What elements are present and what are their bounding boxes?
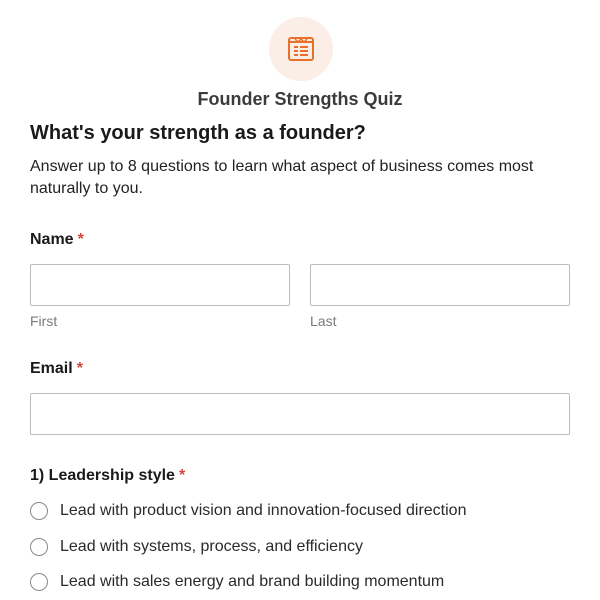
question-1-label-text: 1) Leadership style: [30, 467, 175, 484]
question-1-label: 1) Leadership style *: [30, 466, 185, 486]
radio-option-systems-process[interactable]: Lead with systems, process, and efficien…: [30, 535, 570, 559]
last-name-input[interactable]: [310, 264, 570, 306]
form-description: Answer up to 8 questions to learn what a…: [30, 158, 534, 197]
quiz-form: Founder Strengths Quiz What's your stren…: [0, 0, 600, 600]
required-mark: *: [77, 231, 84, 248]
name-label: Name *: [30, 230, 84, 250]
first-name-input[interactable]: [30, 264, 290, 306]
email-label: Email *: [30, 359, 83, 379]
required-mark: *: [178, 467, 186, 484]
radio-option-label: Lead with product vision and innovation-…: [60, 502, 467, 519]
quiz-list-icon: [288, 37, 314, 61]
radio-button[interactable]: [30, 502, 48, 520]
quiz-name: Founder Strengths Quiz: [197, 89, 403, 109]
required-mark: *: [76, 360, 83, 377]
radio-option-product-vision[interactable]: Lead with product vision and innovation-…: [30, 499, 570, 523]
name-label-text: Name: [30, 231, 74, 248]
radio-button[interactable]: [30, 573, 48, 591]
radio-button[interactable]: [30, 538, 48, 556]
email-label-text: Email: [30, 360, 73, 377]
email-input[interactable]: [30, 393, 570, 435]
radio-option-label: Lead with systems, process, and efficien…: [60, 538, 363, 555]
radio-option-sales-energy[interactable]: Lead with sales energy and brand buildin…: [30, 570, 570, 594]
form-title: What's your strength as a founder?: [30, 122, 366, 144]
last-name-sublabel: Last: [310, 313, 337, 329]
first-name-sublabel: First: [30, 313, 58, 329]
radio-option-label: Lead with sales energy and brand buildin…: [60, 573, 445, 590]
quiz-logo: [269, 17, 333, 81]
